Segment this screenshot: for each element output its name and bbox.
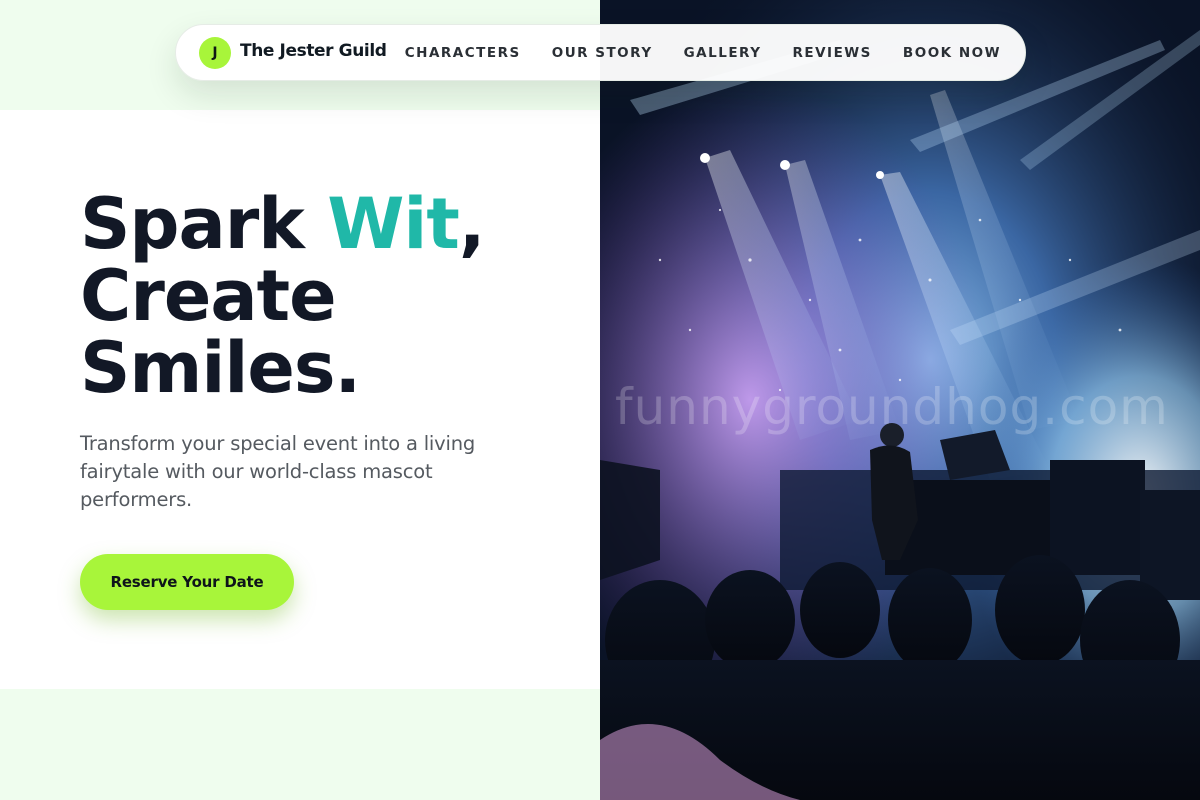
- hero-subtext: Transform your special event into a livi…: [80, 432, 476, 511]
- headline-line1: Spark Wit,: [80, 183, 486, 265]
- nav-link-reviews[interactable]: REVIEWS: [792, 45, 871, 61]
- nav-link-characters[interactable]: CHARACTERS: [405, 45, 521, 61]
- logo-badge[interactable]: J: [199, 37, 231, 69]
- brand-name[interactable]: The Jester Guild: [240, 41, 387, 61]
- bottom-mint-band: [0, 689, 600, 800]
- nav-link-book-now[interactable]: BOOK NOW: [903, 45, 1001, 61]
- headline-accent-word: Wit: [327, 183, 460, 265]
- nav-link-our-story[interactable]: OUR STORY: [552, 45, 653, 61]
- reserve-date-button[interactable]: Reserve Your Date: [80, 554, 294, 610]
- nav-links: CHARACTERS OUR STORY GALLERY REVIEWS BOO…: [405, 45, 1001, 61]
- headline-line3: Smiles.: [80, 327, 361, 409]
- main-navbar: J The Jester Guild CHARACTERS OUR STORY …: [175, 24, 1026, 81]
- headline-line2: Create: [80, 255, 337, 337]
- image-watermark: funnygroundhog.com: [615, 378, 1169, 436]
- headline-comma: ,: [458, 183, 486, 265]
- headline-part1: Spark: [80, 183, 328, 265]
- hero-headline: Spark Wit, Create Smiles.: [80, 188, 485, 404]
- nav-link-gallery[interactable]: GALLERY: [684, 45, 762, 61]
